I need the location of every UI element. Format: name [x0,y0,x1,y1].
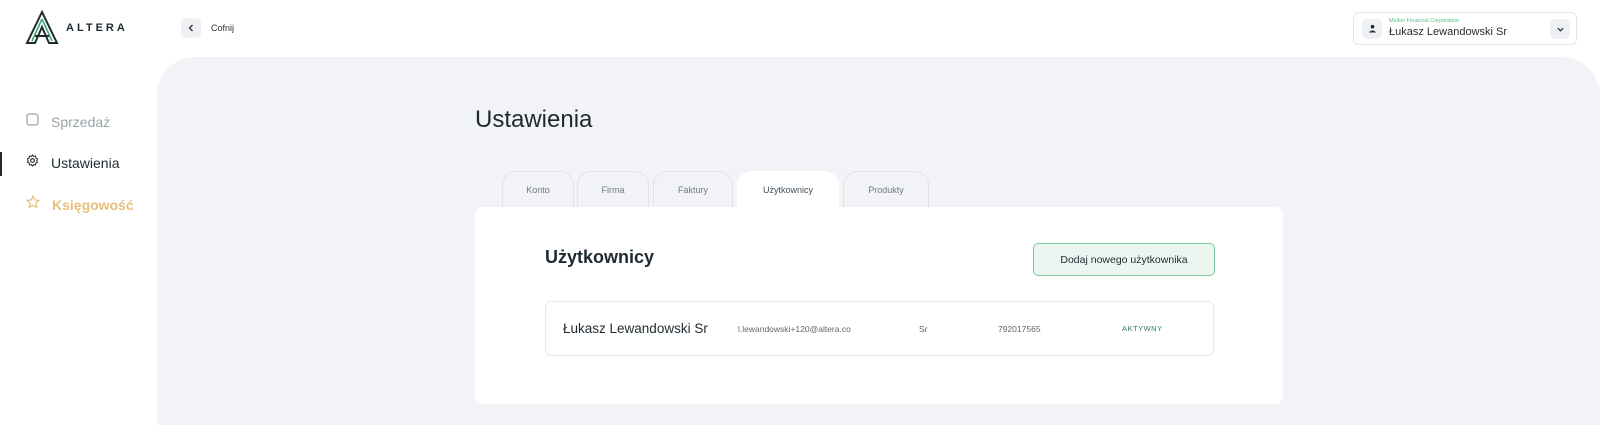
user-suffix: Sr [919,323,928,334]
altera-logo[interactable]: ALTERA [24,10,128,46]
chevron-down-icon[interactable] [1550,19,1570,39]
star-icon [26,195,40,214]
user-icon [1362,18,1382,39]
status-badge: AKTYWNY [1122,324,1163,333]
sidebar-item-ksiegowosc[interactable]: Księgowość [26,195,134,214]
sidebar-item-sprzedaz[interactable]: Sprzedaż [26,113,110,131]
user-email: l.lewandowski+120@altera.co [738,323,851,334]
sidebar-item-label: Księgowość [52,196,134,213]
tab-produkty[interactable]: Produkty [843,171,929,207]
altera-logo-icon [25,10,59,44]
sidebar-item-label: Sprzedaż [51,114,111,130]
logo-text: ALTERA [66,22,128,34]
panel-title: Użytkownicy [545,247,655,267]
gear-icon [26,154,39,172]
account-switcher[interactable]: Mellon Financial Corporation Łukasz Lewa… [1353,12,1577,45]
back-label: Cofnij [211,23,235,33]
back-button[interactable]: Cofnij [181,18,234,38]
user-name: Łukasz Lewandowski Sr [563,321,708,336]
table-row[interactable]: Łukasz Lewandowski Sr l.lewandowski+120@… [545,301,1214,356]
sidebar-item-ustawienia[interactable]: Ustawienia [26,154,119,172]
tab-konto[interactable]: Konto [502,171,574,207]
users-panel: Użytkownicy Dodaj nowego użytkownika Łuk… [475,207,1283,404]
active-indicator [0,152,2,176]
user-phone: 792017565 [998,323,1041,334]
page-title: Ustawienia [475,106,593,133]
account-company: Mellon Financial Corporation [1389,17,1460,24]
chevron-left-icon [181,18,201,38]
tab-faktury[interactable]: Faktury [653,171,733,207]
tab-uzytkownicy[interactable]: Użytkownicy [737,171,839,207]
tab-firma[interactable]: Firma [577,171,649,207]
square-icon [26,113,39,131]
add-user-button[interactable]: Dodaj nowego użytkownika [1033,243,1215,276]
account-user-name: Łukasz Lewandowski Sr [1389,26,1508,39]
sidebar-item-label: Ustawienia [51,155,120,171]
